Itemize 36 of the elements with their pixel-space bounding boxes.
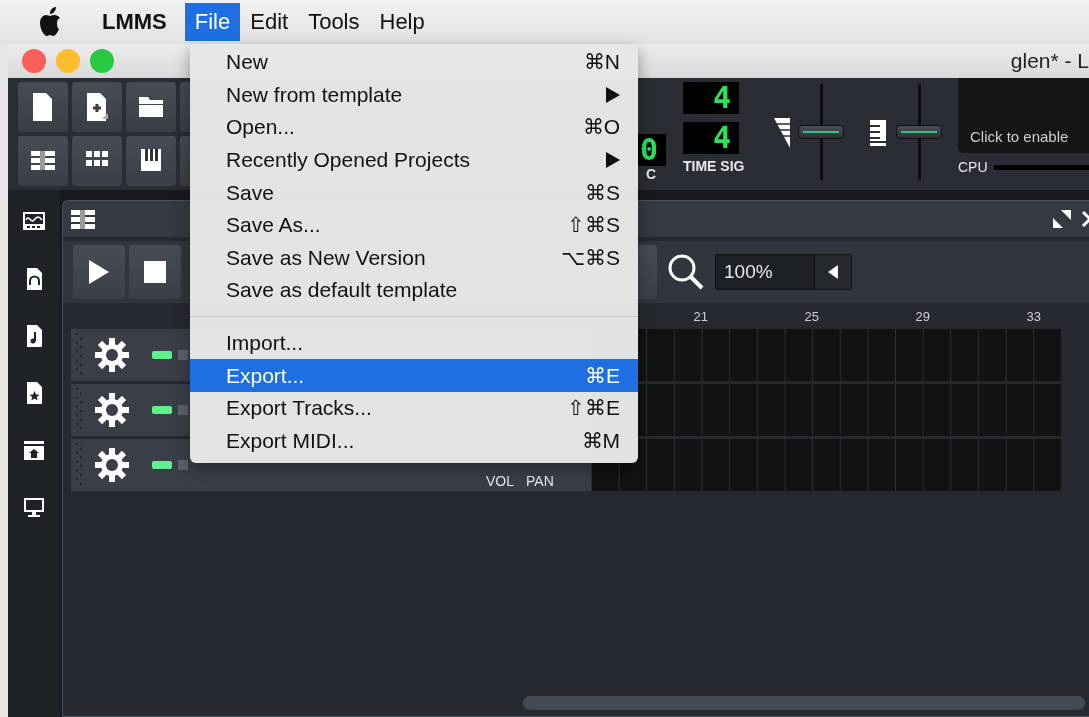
shortcut-label: ⇧⌘E — [567, 396, 620, 421]
ruler-number: 29 — [914, 309, 931, 326]
menu-item[interactable]: Export... ⌘E — [190, 359, 638, 392]
menu-item[interactable]: Save As... ⇧⌘S — [190, 208, 638, 242]
time-signature-display: 4 — [683, 122, 739, 154]
shortcut-label: ⌘O — [582, 115, 620, 140]
knob-label: PAN — [526, 473, 554, 489]
cpu-message: Click to enable — [970, 128, 1069, 145]
cpu-graph[interactable]: Click to enable — [958, 78, 1089, 153]
shortcut-label: ⌘E — [585, 363, 620, 388]
menu-item[interactable]: Save ⌘S — [190, 176, 638, 209]
shortcut-label: ⌘N — [583, 50, 620, 75]
menu-bar-item[interactable]: Help — [369, 3, 435, 41]
menu-bar-item[interactable]: Tools — [298, 3, 370, 41]
menu-item[interactable]: Save as default template — [190, 274, 638, 307]
ruler-number: 25 — [803, 309, 820, 326]
menu-bar-item[interactable]: LMMS — [92, 3, 177, 41]
window-title: glen* - L — [1010, 49, 1089, 73]
tempo-label: C — [645, 166, 657, 182]
time-sig-label: TIME SIG — [683, 158, 745, 174]
time-signature-display: 4 — [683, 82, 739, 114]
cpu-label: CPU — [958, 159, 988, 175]
ruler-number: 21 — [692, 309, 709, 326]
menu-item[interactable]: Save as New Version ⌥⌘S — [190, 241, 638, 275]
menu-item[interactable]: New ⌘N — [190, 46, 638, 79]
menu-bar-item[interactable]: File — [184, 3, 241, 41]
shortcut-label: ⌥⌘S — [561, 245, 620, 270]
shortcut-label: ⇧⌘S — [567, 213, 620, 238]
ruler-number: 33 — [1025, 309, 1042, 326]
menu-item[interactable]: New from template — [190, 78, 638, 112]
menu-item[interactable]: Export Tracks... ⇧⌘E — [190, 391, 638, 425]
shortcut-label: ⌘S — [585, 180, 620, 205]
zoom-combo[interactable]: 100% — [715, 254, 852, 290]
menu-bar-item[interactable]: Edit — [240, 3, 299, 41]
menu-item[interactable]: Import... — [190, 326, 638, 360]
knob-label: VOL — [486, 473, 514, 489]
